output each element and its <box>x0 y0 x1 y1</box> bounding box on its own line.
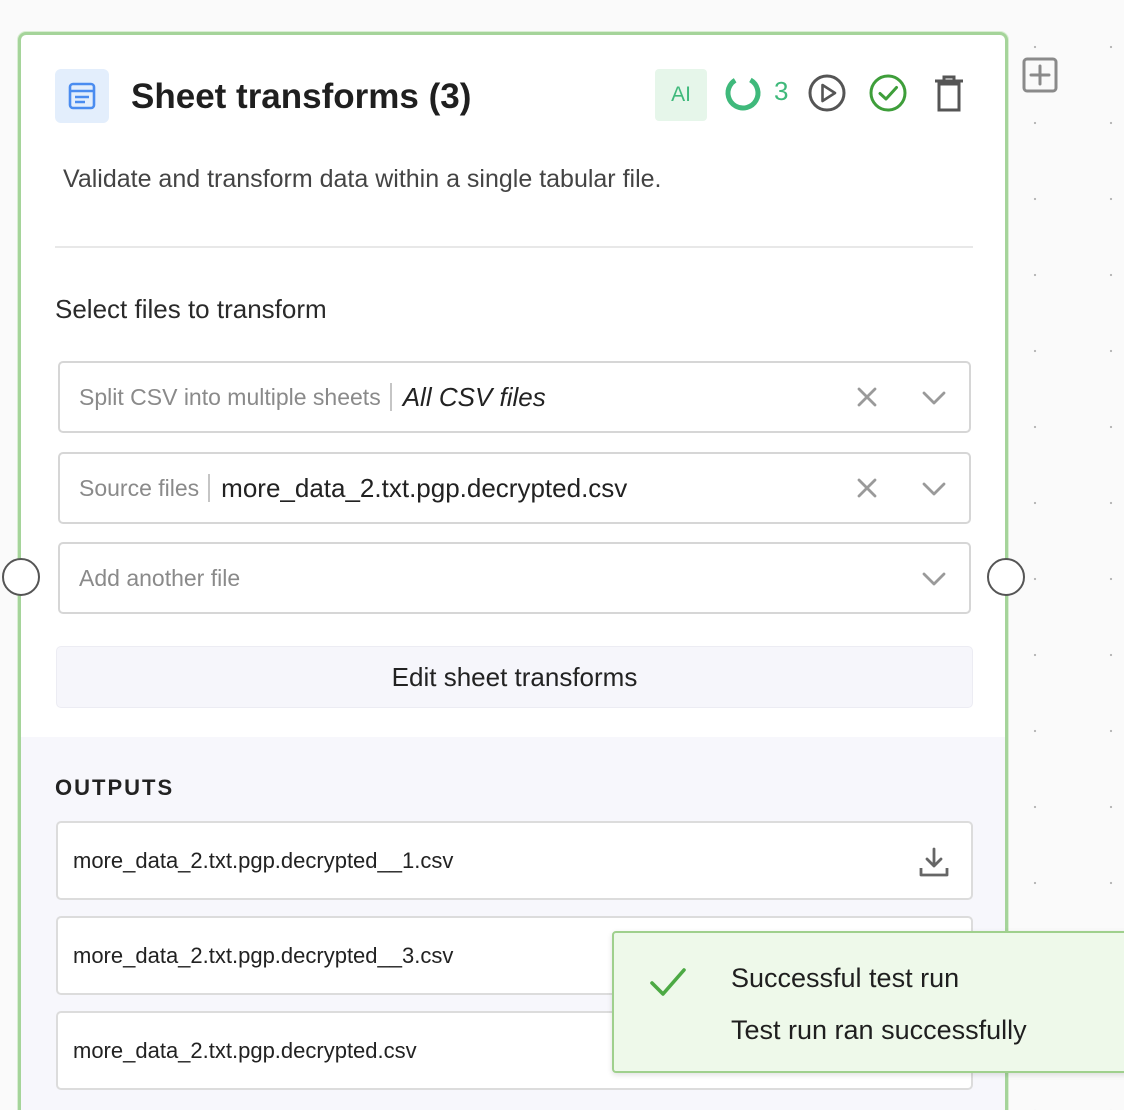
chevron-down-icon[interactable] <box>921 568 947 590</box>
progress-ring-icon <box>725 75 761 111</box>
output-file-name: more_data_2.txt.pgp.decrypted__1.csv <box>73 847 454 873</box>
success-toast[interactable]: Successful test run Test run ran success… <box>612 931 1124 1073</box>
add-file-placeholder: Add another file <box>79 564 241 591</box>
count-label: 3 <box>774 76 789 106</box>
trash-icon[interactable] <box>931 73 967 113</box>
select-separator <box>389 383 392 411</box>
split-csv-select[interactable]: Split CSV into multiple sheets All CSV f… <box>58 361 971 433</box>
node-description: Validate and transform data within a sin… <box>63 165 662 193</box>
select-prefix: Split CSV into multiple sheets <box>79 383 381 410</box>
add-file-select[interactable]: Add another file <box>58 542 971 614</box>
output-file-name: more_data_2.txt.pgp.decrypted__3.csv <box>73 942 454 968</box>
input-connector-handle[interactable] <box>2 558 40 596</box>
select-separator <box>208 474 211 502</box>
node-title: Sheet transforms (3) <box>131 77 472 116</box>
select-value: more_data_2.txt.pgp.decrypted.csv <box>221 472 628 503</box>
download-icon[interactable] <box>917 845 951 879</box>
source-files-select[interactable]: Source files more_data_2.txt.pgp.decrypt… <box>58 452 971 524</box>
close-icon[interactable] <box>855 385 879 409</box>
select-prefix: Source files <box>79 474 200 501</box>
toast-message: Test run ran successfully <box>731 1015 1027 1045</box>
outputs-heading: OUTPUTS <box>55 775 175 800</box>
edit-sheet-transforms-button[interactable]: Edit sheet transforms <box>56 646 973 708</box>
close-icon[interactable] <box>855 476 879 500</box>
add-node-icon[interactable] <box>1021 56 1059 94</box>
select-value: All CSV files <box>402 381 546 412</box>
chevron-down-icon[interactable] <box>921 387 947 409</box>
check-circle-icon[interactable] <box>868 73 908 113</box>
check-icon <box>650 968 686 996</box>
toast-title: Successful test run <box>731 963 960 993</box>
output-file-row[interactable]: more_data_2.txt.pgp.decrypted__1.csv <box>56 821 973 900</box>
select-files-label: Select files to transform <box>55 294 327 324</box>
sheet-icon <box>55 69 109 123</box>
chevron-down-icon[interactable] <box>921 478 947 500</box>
play-icon[interactable] <box>807 73 847 113</box>
output-file-name: more_data_2.txt.pgp.decrypted.csv <box>73 1037 417 1063</box>
ai-badge[interactable]: AI <box>655 69 707 121</box>
divider <box>55 246 973 248</box>
output-connector-handle[interactable] <box>987 558 1025 596</box>
